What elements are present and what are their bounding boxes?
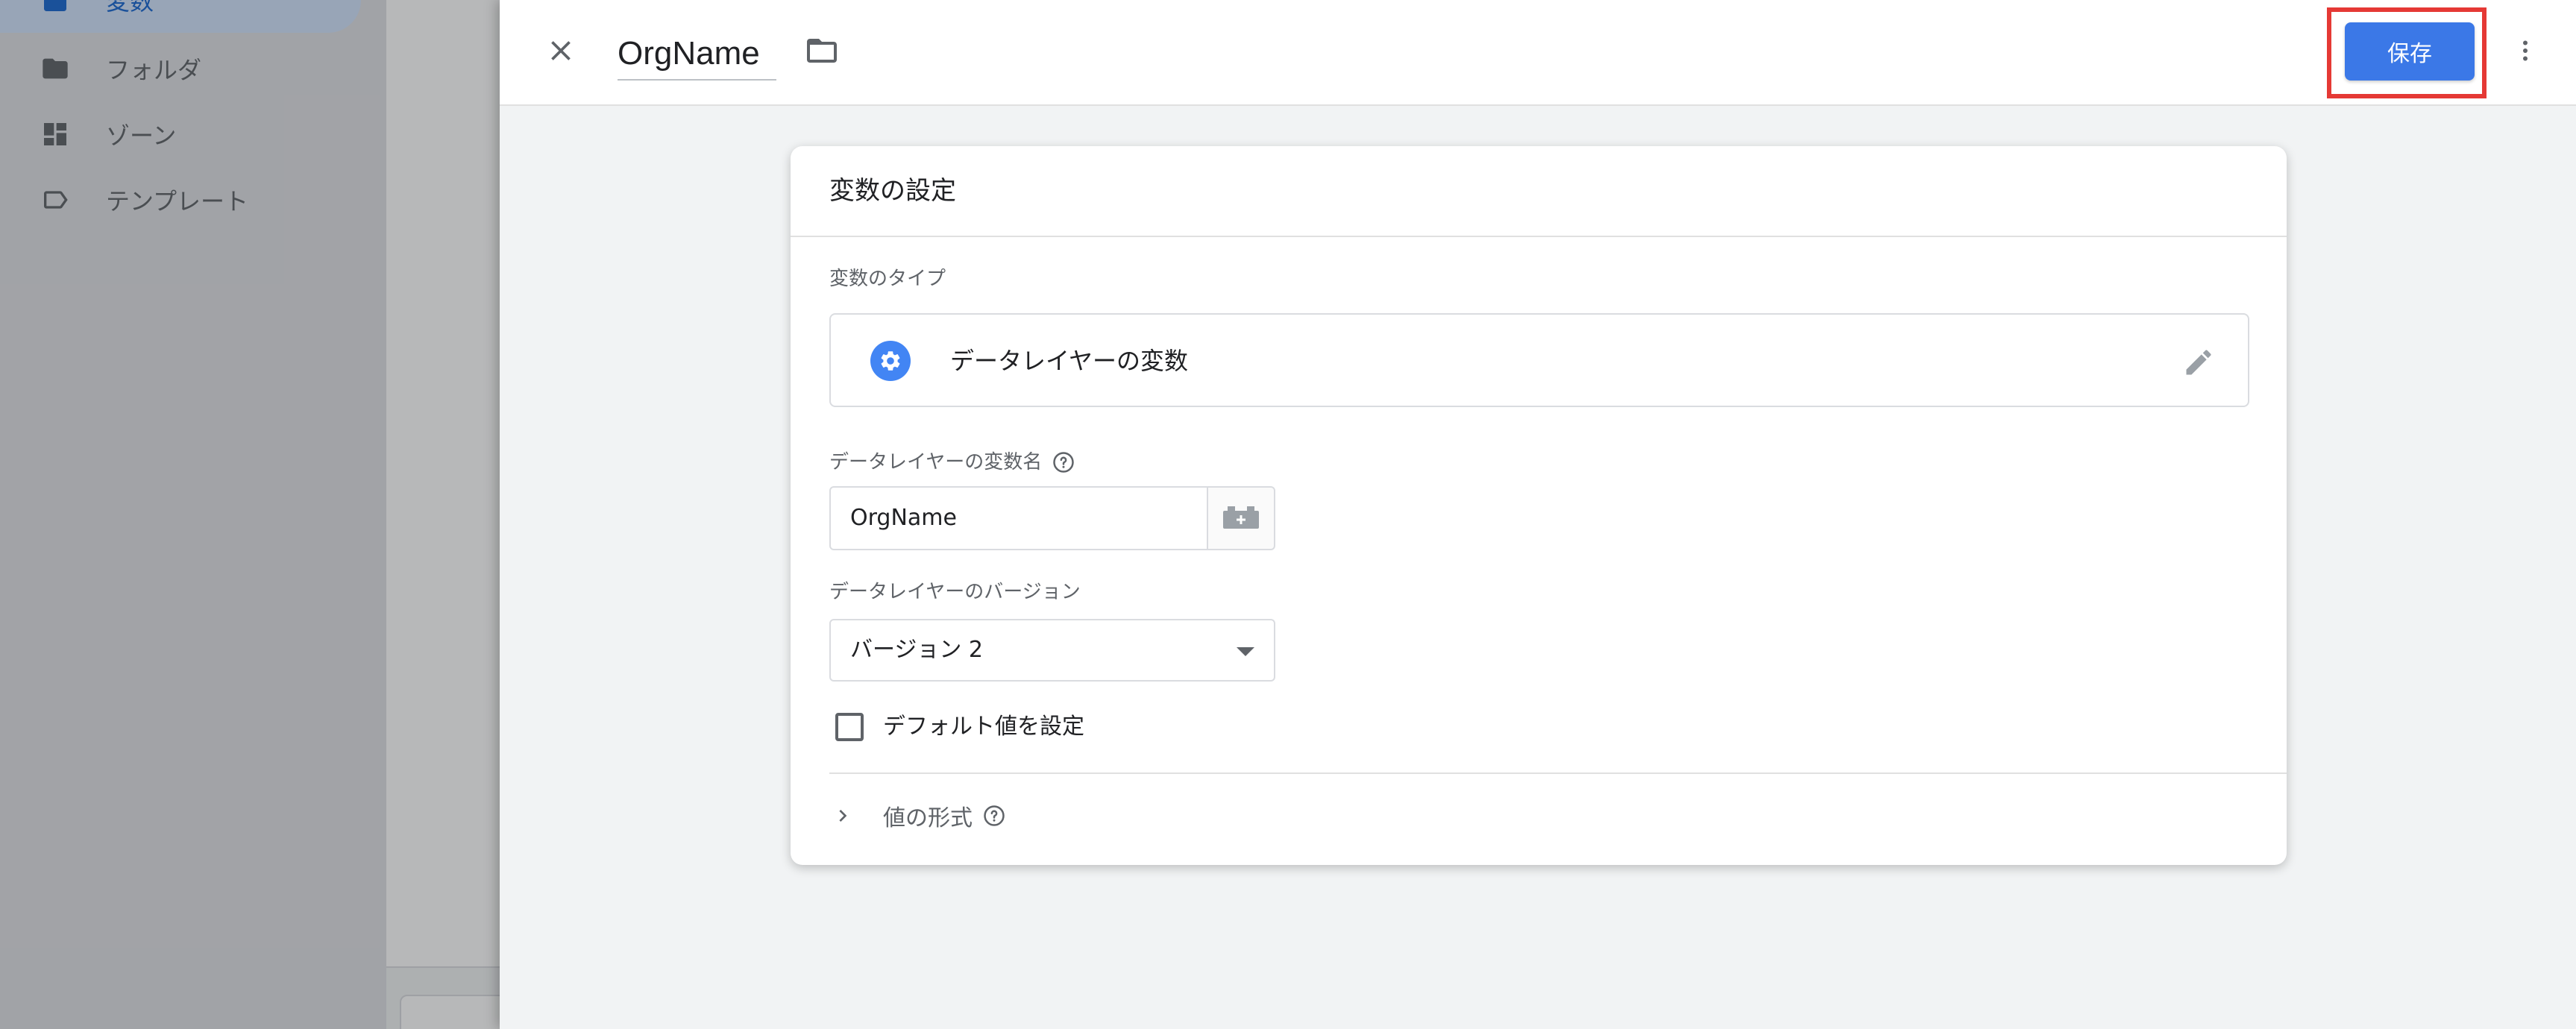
- variable-configuration-card: 変数の設定 変数のタイプ データレイヤーの変数 データレイヤーの変数名 OrgN…: [791, 146, 2287, 865]
- help-icon[interactable]: [1052, 451, 1075, 473]
- variable-editor-panel: OrgName 保存 変数の設定 変数のタイプ データレイヤーの変数 データレイ…: [500, 0, 2576, 1029]
- version-value: バージョン 2: [850, 637, 984, 663]
- modal-scrim[interactable]: [0, 0, 500, 1029]
- close-icon: [544, 34, 577, 70]
- divider: [829, 772, 2287, 774]
- page-title: OrgName: [618, 35, 760, 72]
- datalayer-name-label: データレイヤーの変数名: [829, 449, 1075, 476]
- card-title: 変数の設定: [829, 176, 956, 206]
- more-options-button[interactable]: [2512, 33, 2539, 72]
- default-value-label: デフォルト値を設定: [883, 714, 1084, 740]
- editor-header: OrgName 保存: [500, 0, 2576, 106]
- brick-icon: [1222, 503, 1260, 533]
- gear-icon: [870, 340, 911, 382]
- datalayer-version-select[interactable]: バージョン 2: [829, 619, 1275, 682]
- variable-type-name: データレイヤーの変数: [950, 347, 1189, 375]
- insert-variable-button[interactable]: [1207, 486, 1275, 550]
- variable-type-selector[interactable]: データレイヤーの変数: [829, 313, 2249, 407]
- datalayer-version-label: データレイヤーのバージョン: [829, 581, 1081, 603]
- edit-icon[interactable]: [2178, 342, 2220, 383]
- value-format-label: 値の形式: [883, 805, 973, 831]
- close-button[interactable]: [538, 30, 583, 75]
- chevron-right-icon: [829, 802, 856, 829]
- help-icon[interactable]: [983, 805, 1005, 827]
- more-vert-icon: [2512, 33, 2539, 72]
- divider: [791, 236, 2287, 237]
- folder-icon: [804, 33, 840, 72]
- default-value-checkbox[interactable]: [835, 713, 864, 741]
- title-field[interactable]: OrgName: [618, 30, 776, 81]
- save-button[interactable]: 保存: [2345, 22, 2475, 81]
- folder-button[interactable]: [801, 33, 843, 72]
- value-format-expander[interactable]: 値の形式: [829, 793, 1005, 838]
- datalayer-name-input[interactable]: OrgName: [829, 486, 1208, 550]
- datalayer-name-label-text: データレイヤーの変数名: [829, 451, 1043, 473]
- dropdown-arrow-icon: [1237, 647, 1254, 656]
- variable-type-label: 変数のタイプ: [829, 268, 946, 290]
